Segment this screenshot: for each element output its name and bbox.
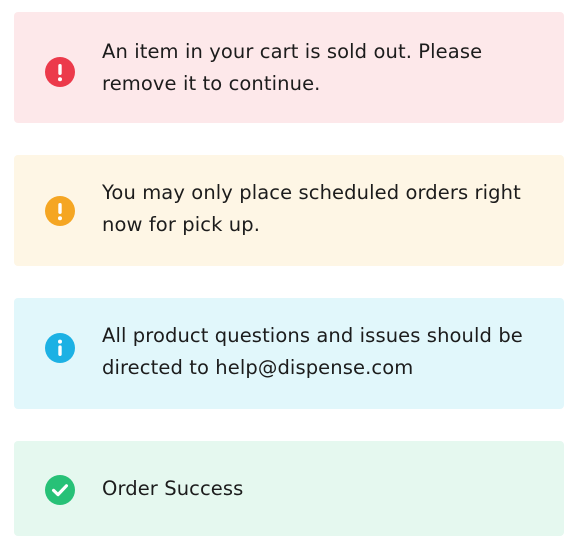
warning-alert-message: You may only place scheduled orders righ… [102, 181, 521, 236]
info-alert-message: All product questions and issues should … [102, 324, 523, 379]
exclamation-icon [45, 196, 75, 226]
info-alert: All product questions and issues should … [14, 298, 564, 409]
exclamation-icon [45, 57, 75, 87]
error-alert-message: An item in your cart is sold out. Please… [102, 40, 483, 95]
checkmark-icon [45, 475, 75, 505]
warning-alert: You may only place scheduled orders righ… [14, 155, 564, 266]
success-alert-message: Order Success [102, 477, 244, 500]
error-alert: An item in your cart is sold out. Please… [14, 12, 564, 123]
info-icon [45, 333, 75, 363]
success-alert: Order Success [14, 441, 564, 536]
